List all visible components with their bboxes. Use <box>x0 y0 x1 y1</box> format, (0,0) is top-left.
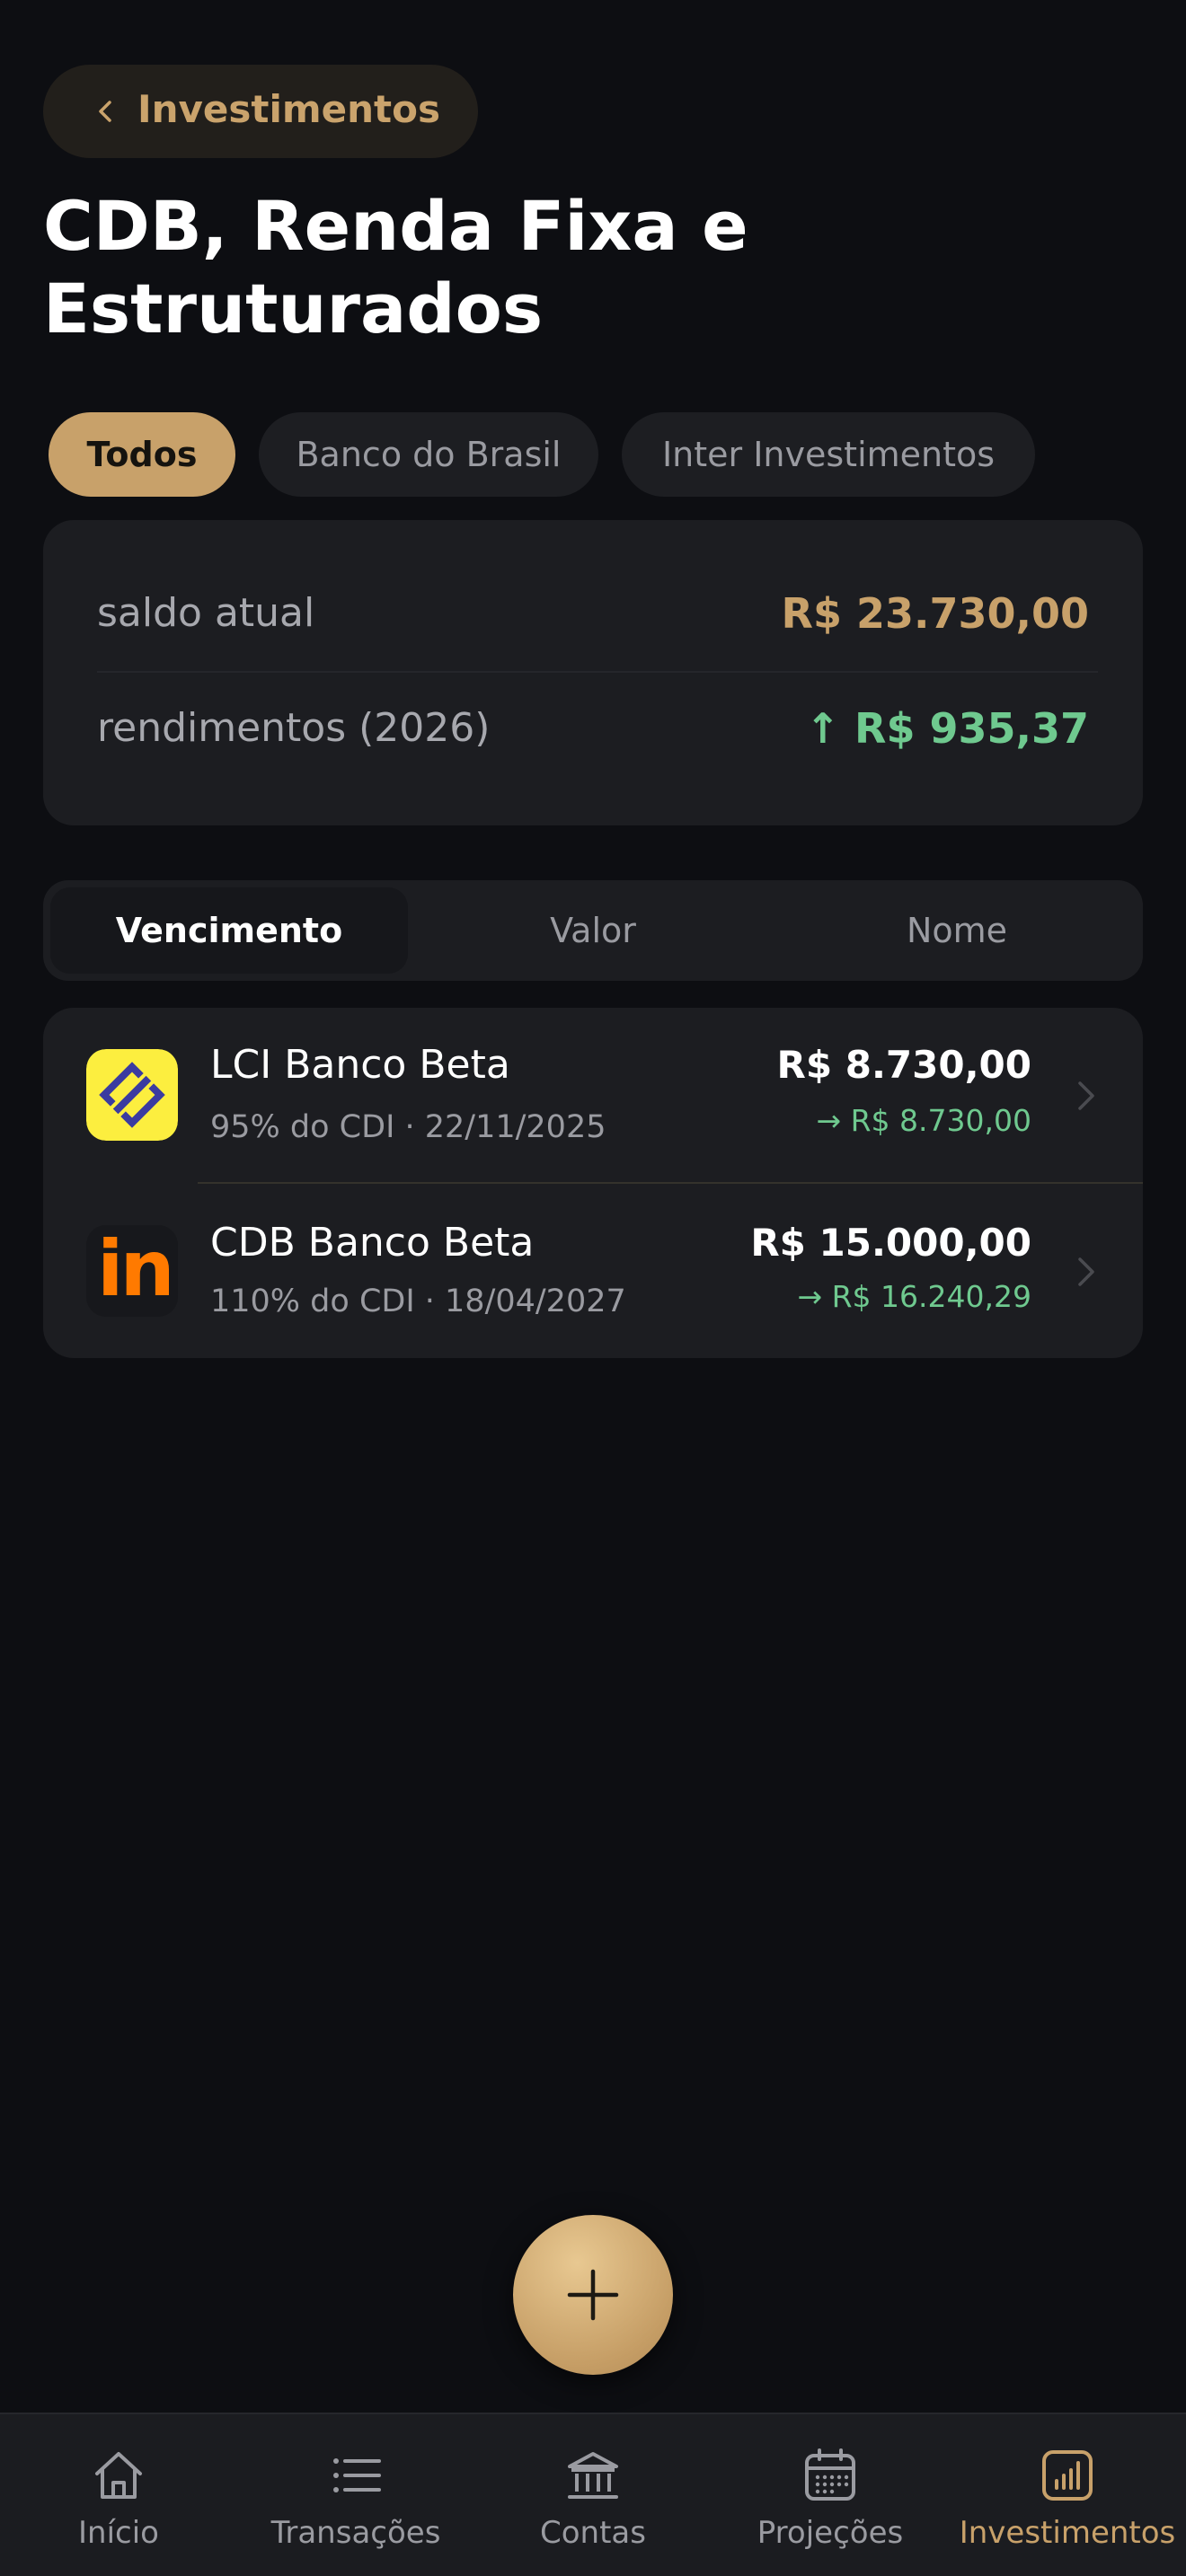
investment-name: LCI Banco Beta <box>210 1042 510 1088</box>
tab-label: Início <box>78 2515 159 2551</box>
investments-screen: Investimentos CDB, Renda Fixa e Estrutur… <box>0 0 1186 2576</box>
tab-investimentos[interactable]: Investimentos <box>949 2414 1186 2576</box>
list-icon <box>333 2458 381 2492</box>
bank-icon <box>568 2452 618 2499</box>
page-title: CDB, Renda Fixa e Estruturados <box>43 186 748 348</box>
investment-list: LCI Banco Beta 95% do CDI · 22/11/2025 R… <box>43 1008 1143 1358</box>
chevron-left-icon <box>99 101 111 122</box>
investment-value: R$ 15.000,00 <box>750 1221 1031 1265</box>
investment-row[interactable]: LCI Banco Beta 95% do CDI · 22/11/2025 R… <box>43 1008 1143 1184</box>
home-icon <box>95 2452 142 2499</box>
bottom-tab-bar: Início Transações Contas Projeções Inves… <box>0 2413 1186 2576</box>
yield-row: rendimentos (2026) ↑ R$ 935,37 <box>97 693 1089 764</box>
balance-row: saldo atual R$ 23.730,00 <box>97 578 1089 649</box>
sort-option-vencimento[interactable]: Vencimento <box>50 887 408 974</box>
filter-chip-todos[interactable]: Todos <box>49 412 235 497</box>
calendar-icon <box>805 2448 855 2501</box>
tab-projecoes[interactable]: Projeções <box>712 2414 949 2576</box>
balance-label: saldo atual <box>97 590 315 636</box>
chevron-right-icon <box>1078 1081 1094 1110</box>
tab-label: Contas <box>540 2515 646 2551</box>
balance-value: R$ 23.730,00 <box>781 589 1089 638</box>
investment-projected-value: → R$ 16.240,29 <box>797 1279 1031 1314</box>
add-investment-button[interactable] <box>513 2215 673 2375</box>
sort-option-nome[interactable]: Nome <box>778 887 1136 974</box>
tab-inicio[interactable]: Início <box>0 2414 237 2576</box>
filter-chip-banco-do-brasil[interactable]: Banco do Brasil <box>259 412 598 497</box>
inter-logo: in <box>86 1224 178 1317</box>
investment-value: R$ 8.730,00 <box>776 1043 1031 1087</box>
chevron-right-icon <box>1078 1257 1094 1286</box>
tab-contas[interactable]: Contas <box>474 2414 712 2576</box>
sort-option-valor[interactable]: Valor <box>414 887 772 974</box>
inter-logo-text: in <box>97 1224 175 1314</box>
back-button[interactable]: Investimentos <box>43 65 478 158</box>
investment-details: 110% do CDI · 18/04/2027 <box>210 1284 626 1319</box>
yield-label: rendimentos (2026) <box>97 705 491 751</box>
plus-icon <box>567 2269 619 2321</box>
chart-icon <box>1042 2450 1093 2501</box>
summary-divider <box>97 671 1098 673</box>
investment-name: CDB Banco Beta <box>210 1220 535 1266</box>
investment-details: 95% do CDI · 22/11/2025 <box>210 1109 606 1145</box>
investment-projected-value: → R$ 8.730,00 <box>816 1103 1031 1138</box>
sort-segmented-control: Vencimento Valor Nome <box>43 880 1143 981</box>
investment-row[interactable]: in CDB Banco Beta 110% do CDI · 18/04/20… <box>43 1184 1143 1358</box>
banco-do-brasil-logo <box>86 1049 178 1141</box>
tab-transacoes[interactable]: Transações <box>237 2414 474 2576</box>
back-button-label: Investimentos <box>137 87 440 131</box>
yield-value: ↑ R$ 935,37 <box>805 704 1089 753</box>
tab-label: Investimentos <box>959 2515 1176 2551</box>
filter-chip-inter-investimentos[interactable]: Inter Investimentos <box>622 412 1035 497</box>
summary-card: saldo atual R$ 23.730,00 rendimentos (20… <box>43 520 1143 825</box>
tab-label: Projeções <box>757 2515 904 2551</box>
tab-label: Transações <box>270 2515 441 2551</box>
